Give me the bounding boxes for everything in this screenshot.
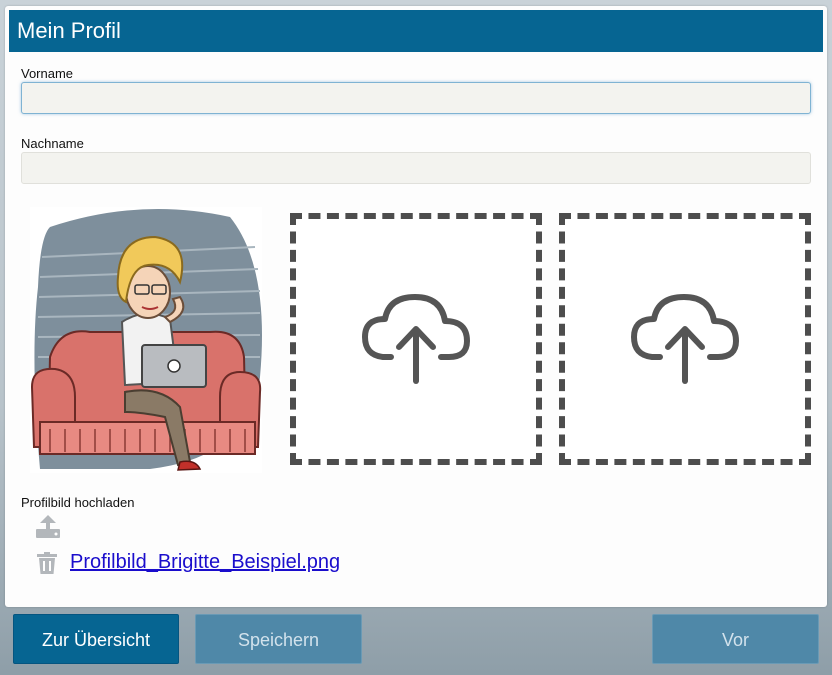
page-title: Mein Profil [9, 10, 823, 52]
last-name-field[interactable] [21, 152, 811, 184]
overview-button[interactable]: Zur Übersicht [13, 614, 179, 664]
profile-image [30, 207, 262, 473]
upload-icon[interactable] [35, 515, 61, 544]
first-name-field[interactable] [21, 82, 811, 114]
cloud-upload-icon [361, 289, 471, 389]
profile-panel: Mein Profil Vorname Nachname Profilbild … [5, 6, 827, 607]
trash-icon[interactable] [37, 552, 57, 579]
profile-image-upload-label: Profilbild hochladen [21, 495, 135, 510]
cloud-upload-icon [630, 289, 740, 389]
profile-image-file-link[interactable]: Profilbild_Brigitte_Beispiel.png [70, 551, 340, 574]
save-button[interactable]: Speichern [195, 614, 362, 664]
upload-slot-1[interactable] [290, 213, 542, 465]
upload-slot-2[interactable] [559, 213, 811, 465]
last-name-label: Nachname [21, 136, 84, 151]
first-name-label: Vorname [21, 66, 74, 81]
next-button[interactable]: Vor [652, 614, 819, 664]
